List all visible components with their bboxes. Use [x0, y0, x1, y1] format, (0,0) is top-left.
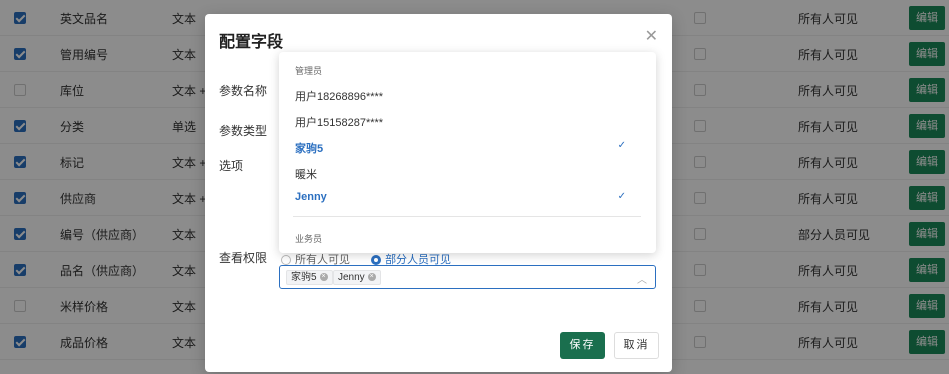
selected-tag: Jenny ×	[333, 270, 381, 285]
check-icon: ✓	[617, 191, 626, 202]
option-label: 家驹5	[295, 143, 324, 155]
close-icon[interactable]: ✕	[645, 26, 658, 46]
group-admin: 管理员	[295, 66, 323, 76]
radio-all-icon	[281, 255, 291, 266]
dropdown-option[interactable]: 暖米	[295, 166, 640, 182]
save-button[interactable]: 保存	[560, 332, 605, 359]
param-type-label: 参数类型	[219, 124, 268, 138]
param-name-label: 参数名称	[219, 84, 268, 98]
option-label: 用户15158287****	[295, 117, 384, 129]
modal-title: 配置字段	[219, 34, 284, 51]
option-label: Jenny	[295, 191, 327, 203]
option-label: 暖米	[295, 169, 317, 181]
dropdown-option[interactable]: 用户15158287****	[295, 114, 640, 130]
user-tag-select[interactable]: 家驹5 × Jenny × ︿	[279, 265, 656, 289]
cancel-button[interactable]: 取消	[614, 332, 659, 359]
dropdown-option[interactable]: Jenny ✓	[295, 191, 640, 203]
tag-remove-icon[interactable]: ×	[319, 273, 328, 282]
dropdown-option[interactable]: 家驹5 ✓	[295, 140, 640, 156]
tag-remove-icon[interactable]: ×	[367, 273, 376, 282]
tag-label: Jenny	[338, 272, 365, 283]
user-dropdown: 管理员 用户18268896**** 用户15158287**** 家驹5 ✓ …	[279, 52, 656, 253]
option-label: 用户18268896****	[295, 91, 384, 103]
view-permission-label: 查看权限	[219, 251, 268, 265]
tag-label: 家驹5	[291, 272, 317, 283]
group-sales: 业务员	[295, 234, 323, 244]
radio-partial-icon	[371, 255, 382, 266]
selected-tag: 家驹5 ×	[286, 270, 333, 285]
dropdown-option[interactable]: 用户18268896****	[295, 88, 640, 104]
check-icon: ✓	[617, 140, 626, 151]
chevron-up-icon[interactable]: ︿	[637, 271, 647, 286]
options-label: 选项	[219, 159, 244, 173]
dropdown-divider	[293, 216, 641, 217]
